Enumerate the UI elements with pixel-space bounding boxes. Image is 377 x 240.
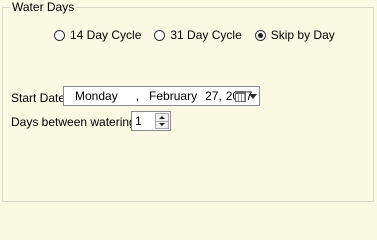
radio-button-icon[interactable] [154, 29, 166, 41]
water-days-panel: Water Days 14 Day Cycle 31 Day Cycle Ski… [0, 0, 377, 205]
days-between-label: Days between watering: [11, 115, 140, 129]
chevron-down-icon [159, 123, 165, 127]
date-day-of-week[interactable]: Monday [75, 89, 118, 103]
calendar-icon [235, 90, 246, 102]
days-between-stepper[interactable]: 1 [131, 111, 171, 131]
group-title: Water Days [10, 0, 77, 14]
increment-button[interactable] [155, 113, 169, 122]
radio-label: 14 Day Cycle [70, 28, 142, 42]
date-comma: , [218, 89, 222, 103]
decrement-button[interactable] [155, 121, 169, 129]
radio-button-icon[interactable] [54, 29, 65, 41]
chevron-down-icon [249, 93, 257, 99]
radio-label: Skip by Day [270, 28, 335, 42]
radio-label: 31 Day Cycle [170, 28, 242, 42]
radio-31-day-cycle[interactable]: 31 Day Cycle [154, 28, 242, 42]
stepper-buttons [155, 113, 169, 129]
radio-14-day-cycle[interactable]: 14 Day Cycle [54, 28, 141, 42]
date-day[interactable]: 27 [205, 89, 218, 103]
start-date-label: Start Date: [11, 91, 69, 105]
radio-button-checked-icon[interactable] [254, 29, 266, 41]
date-dropdown-button[interactable] [235, 89, 257, 103]
start-date-picker[interactable]: Monday , February 27, 2017 [63, 86, 260, 106]
radio-skip-by-day[interactable]: Skip by Day [254, 28, 335, 42]
date-separator: , [135, 89, 140, 103]
schedule-options: 14 Day Cycle 31 Day Cycle Skip by Day [54, 27, 335, 43]
chevron-up-icon [159, 115, 165, 119]
days-between-value[interactable]: 1 [135, 114, 142, 128]
date-month[interactable]: February [149, 89, 197, 103]
